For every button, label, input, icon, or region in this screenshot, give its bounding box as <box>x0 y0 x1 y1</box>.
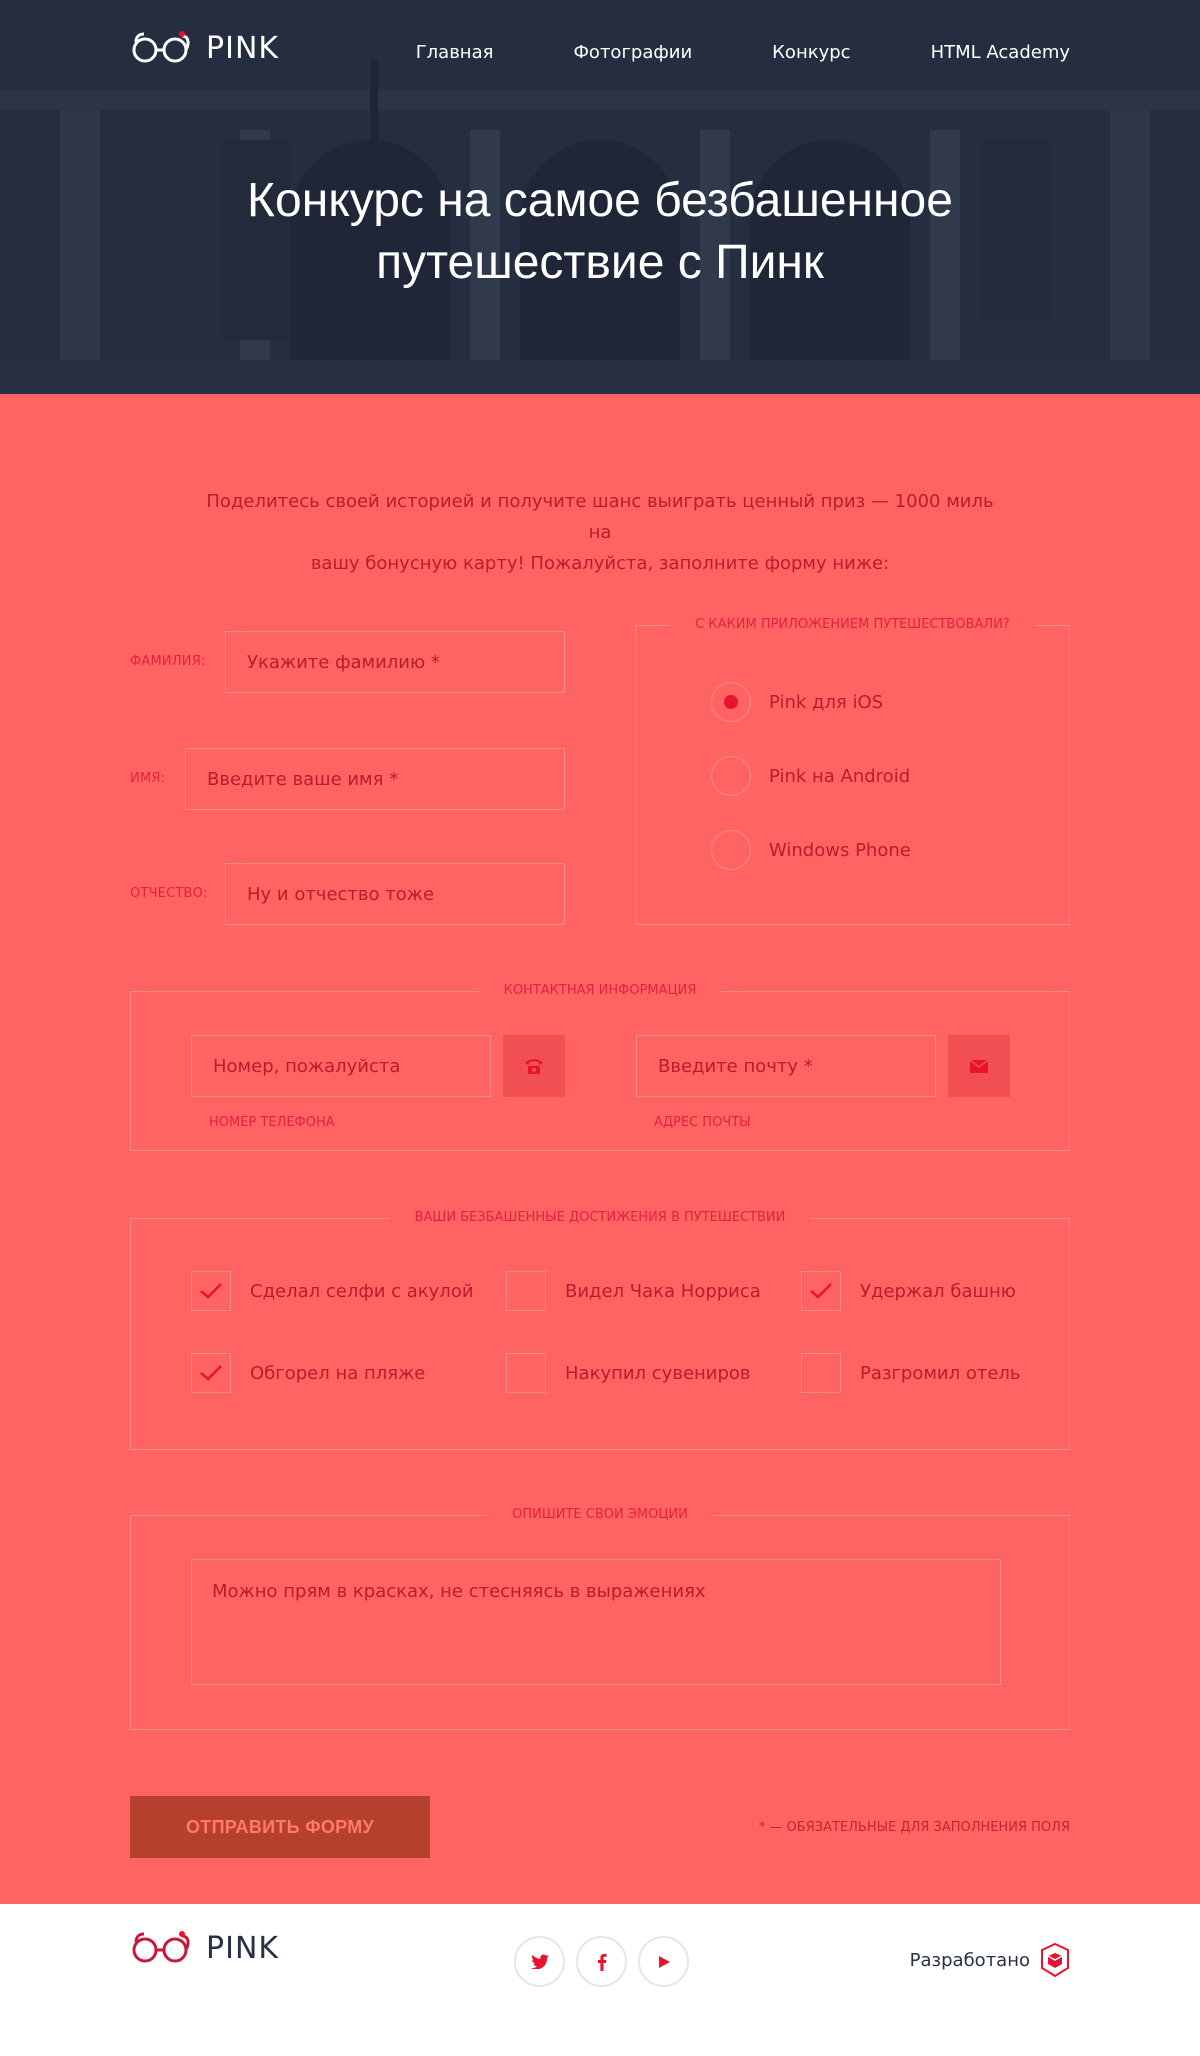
facebook-link[interactable] <box>576 1936 627 1987</box>
header-logo[interactable]: PINK <box>130 28 279 68</box>
required-fields-note: * — обязательные для заполнения поля <box>759 1820 1070 1835</box>
surname-input[interactable]: Укажите фамилию * <box>225 631 565 693</box>
submit-button[interactable]: Отправить форму <box>130 1796 430 1858</box>
checkbox-box[interactable] <box>191 1271 231 1311</box>
intro-line-1: Поделитесь своей историей и получите шан… <box>206 491 994 543</box>
page-header: PINK Главная Фотографии Конкурс HTML Aca… <box>0 0 1200 394</box>
surname-label: Фамилия: <box>130 654 206 669</box>
nav-item-photos[interactable]: Фотографии <box>573 42 692 63</box>
phone-input[interactable]: Номер, пожалуйста <box>191 1035 491 1097</box>
radio-label: Windows Phone <box>769 839 911 861</box>
contact-fieldset: Контактная информация Номер, пожалуйста … <box>130 983 1070 1151</box>
achievements-fieldset: Ваши безбашенные достижения в путешестви… <box>130 1210 1070 1450</box>
page-title-line-2: путешествие с Пинк <box>376 236 824 289</box>
checkbox-box[interactable] <box>801 1271 841 1311</box>
radio-option-ios[interactable]: Pink для iOS <box>711 682 883 722</box>
checkbox-souvenirs[interactable]: Накупил сувениров <box>506 1353 751 1393</box>
radio-button[interactable] <box>711 830 751 870</box>
glasses-logo-icon <box>132 31 190 63</box>
nav-item-contest[interactable]: Конкурс <box>772 42 850 63</box>
radio-option-android[interactable]: Pink на Android <box>711 756 910 796</box>
checkbox-box[interactable] <box>506 1271 546 1311</box>
page-title-line-1: Конкурс на самое безбашенное <box>247 174 953 227</box>
checkbox-label: Обгорел на пляже <box>250 1362 426 1384</box>
checkmark-icon <box>200 1365 222 1381</box>
checkbox-box[interactable] <box>506 1353 546 1393</box>
checkbox-label: Сделал селфи с акулой <box>250 1280 474 1302</box>
radio-selected-dot <box>724 695 738 709</box>
checkmark-icon <box>810 1283 832 1299</box>
checkbox-sunburn[interactable]: Обгорел на пляже <box>191 1353 425 1393</box>
facebook-icon <box>597 1953 606 1971</box>
checkbox-selfie-shark[interactable]: Сделал селфи с акулой <box>191 1271 474 1311</box>
radio-label: Pink на Android <box>769 765 911 787</box>
achievements-legend: Ваши безбашенные достижения в путешестви… <box>131 1210 1069 1225</box>
checkmark-icon <box>200 1283 222 1299</box>
required-note-text: — обязательные для заполнения поля <box>765 1820 1070 1835</box>
patronymic-input[interactable]: Ну и отчество тоже <box>225 863 565 925</box>
emotions-fieldset: Опишите свои эмоции Можно прям в красках… <box>130 1507 1070 1730</box>
mail-icon <box>970 1059 988 1073</box>
footer-logo[interactable]: PINK <box>130 1928 279 1968</box>
logo-wordmark: PINK <box>206 1930 280 1966</box>
social-links <box>514 1936 689 1987</box>
email-input[interactable]: Введите почту * <box>636 1035 936 1097</box>
nav-item-html-academy[interactable]: HTML Academy <box>931 42 1070 63</box>
twitter-icon <box>530 1954 549 1969</box>
glasses-logo-icon <box>132 1931 190 1963</box>
twitter-link[interactable] <box>514 1936 565 1987</box>
checkbox-label: Разгромил отель <box>860 1362 1021 1384</box>
checkbox-box[interactable] <box>801 1353 841 1393</box>
emotions-legend: Опишите свои эмоции <box>131 1507 1069 1522</box>
email-icon-button[interactable] <box>948 1035 1010 1097</box>
radio-button[interactable] <box>711 682 751 722</box>
checkbox-label: Накупил сувениров <box>565 1362 751 1384</box>
phone-label: Номер телефона <box>209 1115 335 1130</box>
phone-icon-button[interactable] <box>503 1035 565 1097</box>
contact-legend: Контактная информация <box>131 983 1069 998</box>
checkbox-label: Видел Чака Норриса <box>565 1280 761 1302</box>
phone-icon <box>525 1059 543 1074</box>
youtube-icon <box>658 1955 670 1968</box>
intro-line-2: вашу бонусную карту! Пожалуйста, заполни… <box>310 553 890 574</box>
checkbox-hotel[interactable]: Разгромил отель <box>801 1353 1021 1393</box>
nav-item-home[interactable]: Главная <box>416 42 494 63</box>
checkbox-box[interactable] <box>191 1353 231 1393</box>
checkbox-chuck-norris[interactable]: Видел Чака Норриса <box>506 1271 761 1311</box>
made-by-label: Разработано <box>909 1950 1030 1971</box>
main-nav: Главная Фотографии Конкурс HTML Academy <box>336 42 1070 63</box>
name-label: Имя: <box>130 771 166 786</box>
youtube-link[interactable] <box>638 1936 689 1987</box>
name-input[interactable]: Введите ваше имя * <box>185 748 565 810</box>
checkbox-held-tower[interactable]: Удержал башню <box>801 1271 1016 1311</box>
app-fieldset: С каким приложением путешествовали? Pink… <box>635 617 1070 925</box>
radio-button[interactable] <box>711 756 751 796</box>
page-title: Конкурс на самое безбашенное путешествие… <box>0 170 1200 294</box>
checkbox-label: Удержал башню <box>860 1280 1016 1302</box>
html-academy-icon[interactable] <box>1040 1942 1070 1978</box>
app-legend: С каким приложением путешествовали? <box>636 617 1069 632</box>
radio-label: Pink для iOS <box>769 691 884 713</box>
logo-wordmark: PINK <box>206 30 280 66</box>
emotions-textarea[interactable]: Можно прям в красках, не стесняясь в выр… <box>191 1559 1001 1685</box>
patronymic-label: Отчество: <box>130 886 208 901</box>
page-footer: PINK Разработано <box>0 1904 1200 2056</box>
radio-option-windows-phone[interactable]: Windows Phone <box>711 830 911 870</box>
intro-text: Поделитесь своей историей и получите шан… <box>200 486 1000 579</box>
email-label: Адрес почты <box>654 1115 751 1130</box>
